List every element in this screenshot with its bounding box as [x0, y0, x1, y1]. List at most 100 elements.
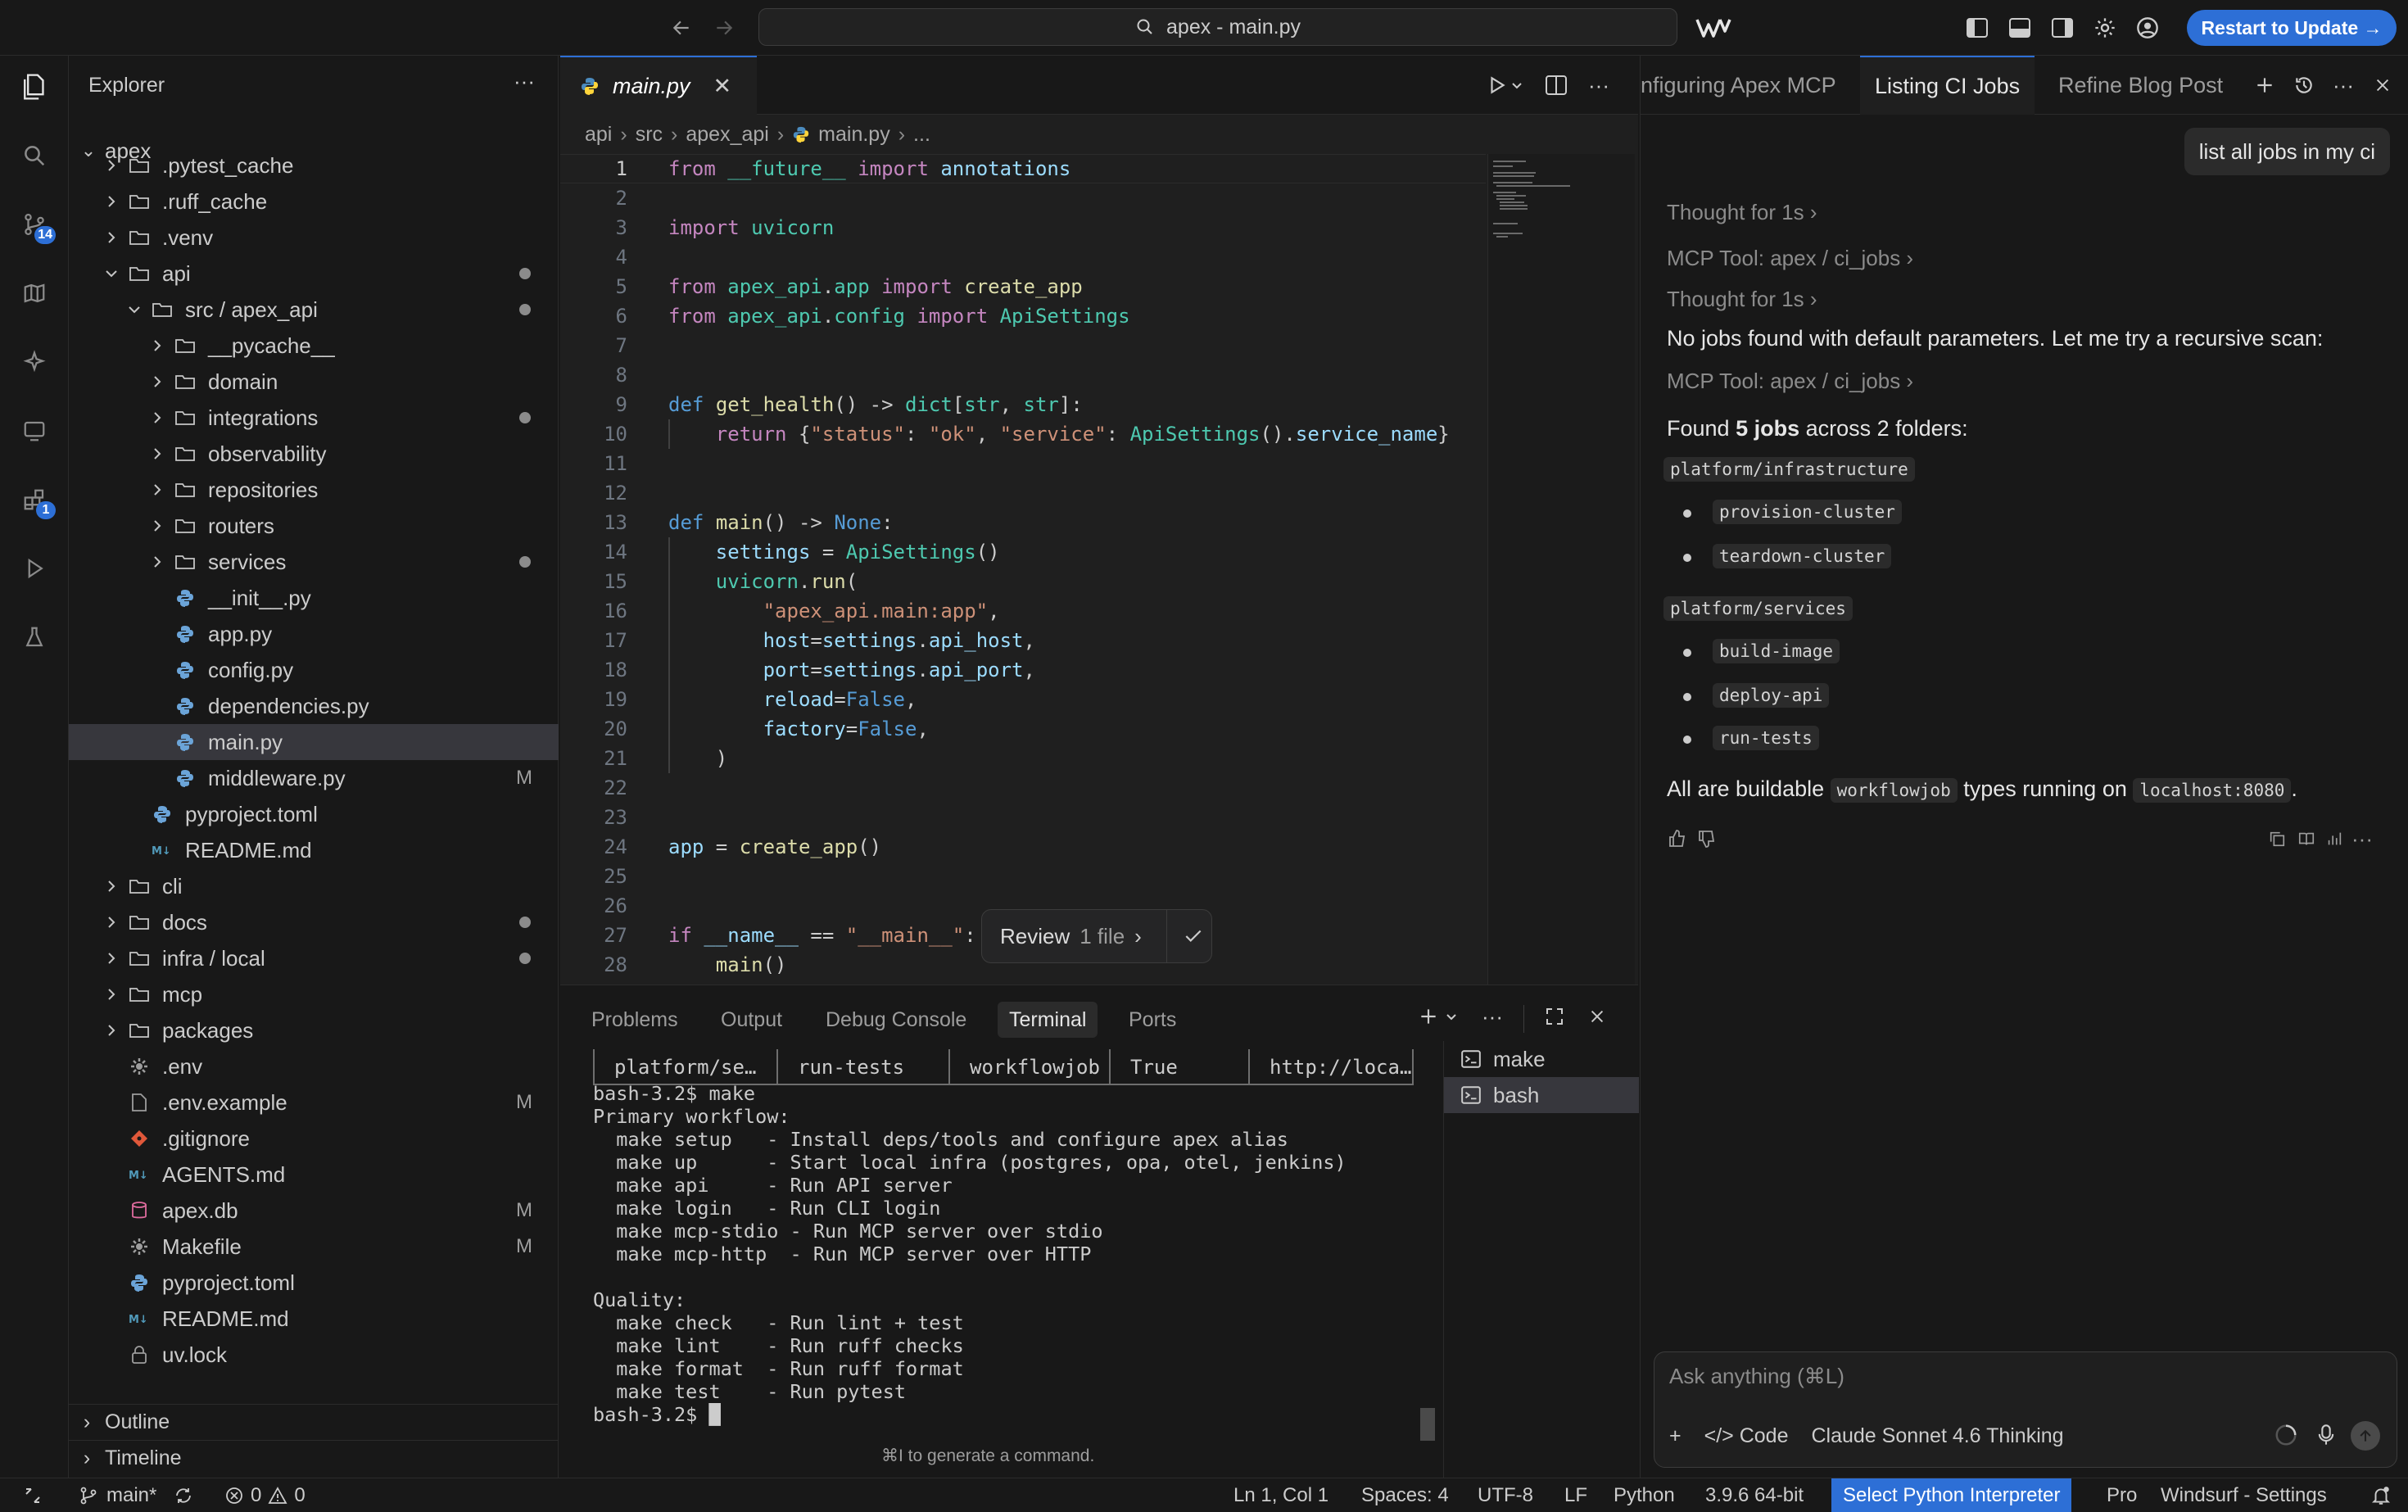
tab-debug-console[interactable]: Debug Console	[814, 1002, 978, 1038]
breadcrumb-item[interactable]: apex_api	[686, 123, 768, 147]
language-mode[interactable]: Python	[1614, 1478, 1675, 1512]
toggle-panel-icon[interactable]	[2003, 11, 2036, 44]
code-mode-button[interactable]: </> Code	[1704, 1424, 1789, 1448]
tree-item[interactable]: observability	[69, 436, 559, 472]
toggle-secondary-sidebar-icon[interactable]	[2046, 11, 2079, 44]
tool-call-row[interactable]: MCP Tool: apex / ci_jobs ›	[1667, 369, 1913, 394]
tree-item[interactable]: main.py	[69, 724, 559, 760]
timeline-section[interactable]: › Timeline	[69, 1440, 559, 1476]
toggle-primary-sidebar-icon[interactable]	[1961, 11, 1994, 44]
stats-icon[interactable]	[2322, 822, 2347, 855]
tree-item[interactable]: integrations	[69, 400, 559, 436]
message-more-icon[interactable]: ···	[2350, 822, 2374, 855]
select-interpreter-button[interactable]: Select Python Interpreter	[1831, 1478, 2072, 1512]
plan-label[interactable]: Pro	[2107, 1478, 2137, 1512]
chat-tab[interactable]: nfiguring Apex MCP	[1641, 56, 1851, 115]
microphone-icon[interactable]	[2315, 1423, 2338, 1453]
branch-indicator[interactable]: main*	[79, 1478, 156, 1512]
tree-item[interactable]: infra / local	[69, 940, 559, 976]
encoding[interactable]: UTF-8	[1478, 1478, 1533, 1512]
panel-more-icon[interactable]: ···	[1476, 1000, 1509, 1033]
forward-arrow-icon[interactable]	[708, 11, 740, 44]
close-chat-icon[interactable]	[2366, 69, 2399, 102]
thumbs-up-icon[interactable]	[1665, 822, 1690, 855]
code-editor[interactable]: 1 from __future__ import annotations 2 3i…	[560, 154, 1638, 985]
map-icon[interactable]	[15, 274, 54, 313]
tab-ports[interactable]: Ports	[1117, 1002, 1188, 1038]
chat-more-icon[interactable]: ···	[2327, 69, 2360, 102]
terminal-item-bash[interactable]: bash	[1444, 1077, 1639, 1113]
new-terminal-plus-icon[interactable]	[1412, 1000, 1445, 1033]
explorer-more-icon[interactable]: ···	[514, 69, 535, 94]
thought-row[interactable]: Thought for 1s ›	[1667, 200, 1817, 225]
command-center-search[interactable]: apex - main.py	[758, 8, 1677, 46]
breadcrumb-item[interactable]: ...	[913, 123, 930, 147]
run-dropdown-chevron-icon[interactable]	[1507, 69, 1527, 102]
thumbs-down-icon[interactable]	[1695, 822, 1719, 855]
back-arrow-icon[interactable]	[665, 11, 698, 44]
chat-tab[interactable]: Refine Blog Post	[2044, 56, 2238, 115]
book-icon[interactable]	[2294, 822, 2319, 855]
testing-flask-icon[interactable]	[15, 618, 54, 657]
tree-item[interactable]: packages	[69, 1012, 559, 1048]
python-version[interactable]: 3.9.6 64-bit	[1705, 1478, 1804, 1512]
tab-terminal[interactable]: Terminal	[998, 1002, 1098, 1038]
tree-item[interactable]: app.py	[69, 616, 559, 652]
accept-check-icon[interactable]	[1166, 909, 1219, 963]
model-selector[interactable]: Claude Sonnet 4.6 Thinking	[1811, 1424, 2063, 1448]
windsurf-settings[interactable]: Windsurf - Settings	[2161, 1478, 2327, 1512]
terminal-item-make[interactable]: make	[1444, 1041, 1639, 1077]
tool-call-row[interactable]: MCP Tool: apex / ci_jobs ›	[1667, 246, 1913, 271]
tree-item[interactable]: docs	[69, 904, 559, 940]
terminal-scrollbar[interactable]	[1420, 1408, 1435, 1441]
close-panel-icon[interactable]	[1581, 1000, 1614, 1033]
ai-sparkle-icon[interactable]	[15, 342, 54, 382]
tree-item[interactable]: apex.db M	[69, 1193, 559, 1229]
tree-item[interactable]: config.py	[69, 652, 559, 688]
line-ending[interactable]: LF	[1564, 1478, 1587, 1512]
tree-item[interactable]: mcp	[69, 976, 559, 1012]
tree-item[interactable]: .ruff_cache	[69, 183, 559, 220]
tree-item[interactable]: .venv	[69, 220, 559, 256]
source-control-icon[interactable]: 14	[15, 205, 56, 244]
chat-input-placeholder[interactable]: Ask anything (⌘L)	[1669, 1364, 1844, 1389]
cursor-position[interactable]: Ln 1, Col 1	[1233, 1478, 1328, 1512]
tree-item[interactable]: __init__.py	[69, 580, 559, 616]
tree-item[interactable]: .env	[69, 1048, 559, 1084]
indentation[interactable]: Spaces: 4	[1361, 1478, 1449, 1512]
remote-indicator-icon[interactable]	[23, 1478, 43, 1512]
terminal-dropdown-chevron-icon[interactable]	[1442, 1000, 1461, 1033]
tree-item[interactable]: dependencies.py	[69, 688, 559, 724]
editor-more-icon[interactable]: ···	[1582, 69, 1615, 102]
remote-explorer-icon[interactable]	[15, 411, 54, 450]
tree-item[interactable]: repositories	[69, 472, 559, 508]
split-editor-icon[interactable]	[1540, 69, 1573, 102]
extensions-icon[interactable]: 1	[15, 480, 56, 519]
tree-item[interactable]: .gitignore	[69, 1120, 559, 1157]
run-debug-icon[interactable]	[15, 549, 54, 588]
explorer-files-icon[interactable]	[15, 67, 54, 106]
sync-icon[interactable]	[174, 1478, 193, 1512]
tree-item[interactable]: .pytest_cache	[69, 147, 559, 183]
tab-main-py[interactable]: main.py ✕	[560, 56, 757, 115]
history-icon[interactable]	[2288, 69, 2320, 102]
notifications-bell-icon[interactable]	[2370, 1478, 2392, 1512]
tree-item[interactable]: .env.example M	[69, 1084, 559, 1120]
new-chat-plus-icon[interactable]	[2248, 69, 2281, 102]
tree-item[interactable]: M↓ AGENTS.md	[69, 1157, 559, 1193]
tree-item[interactable]: middleware.py M	[69, 760, 559, 796]
outline-section[interactable]: › Outline	[69, 1404, 559, 1440]
search-icon[interactable]	[15, 136, 54, 175]
tree-item[interactable]: routers	[69, 508, 559, 544]
tree-item[interactable]: Makefile M	[69, 1229, 559, 1265]
tree-item[interactable]: uv.lock	[69, 1337, 559, 1373]
chat-input-box[interactable]: Ask anything (⌘L) + </> Code Claude Sonn…	[1654, 1351, 2397, 1468]
account-icon[interactable]	[2131, 11, 2164, 44]
chat-tab-active[interactable]: Listing CI Jobs	[1860, 56, 2035, 115]
settings-gear-icon[interactable]	[2089, 11, 2121, 44]
maximize-panel-icon[interactable]	[1538, 1000, 1571, 1033]
tree-item[interactable]: services	[69, 544, 559, 580]
tree-item[interactable]: __pycache__	[69, 328, 559, 364]
minimap[interactable]	[1487, 154, 1635, 985]
tree-item[interactable]: pyproject.toml	[69, 796, 559, 832]
